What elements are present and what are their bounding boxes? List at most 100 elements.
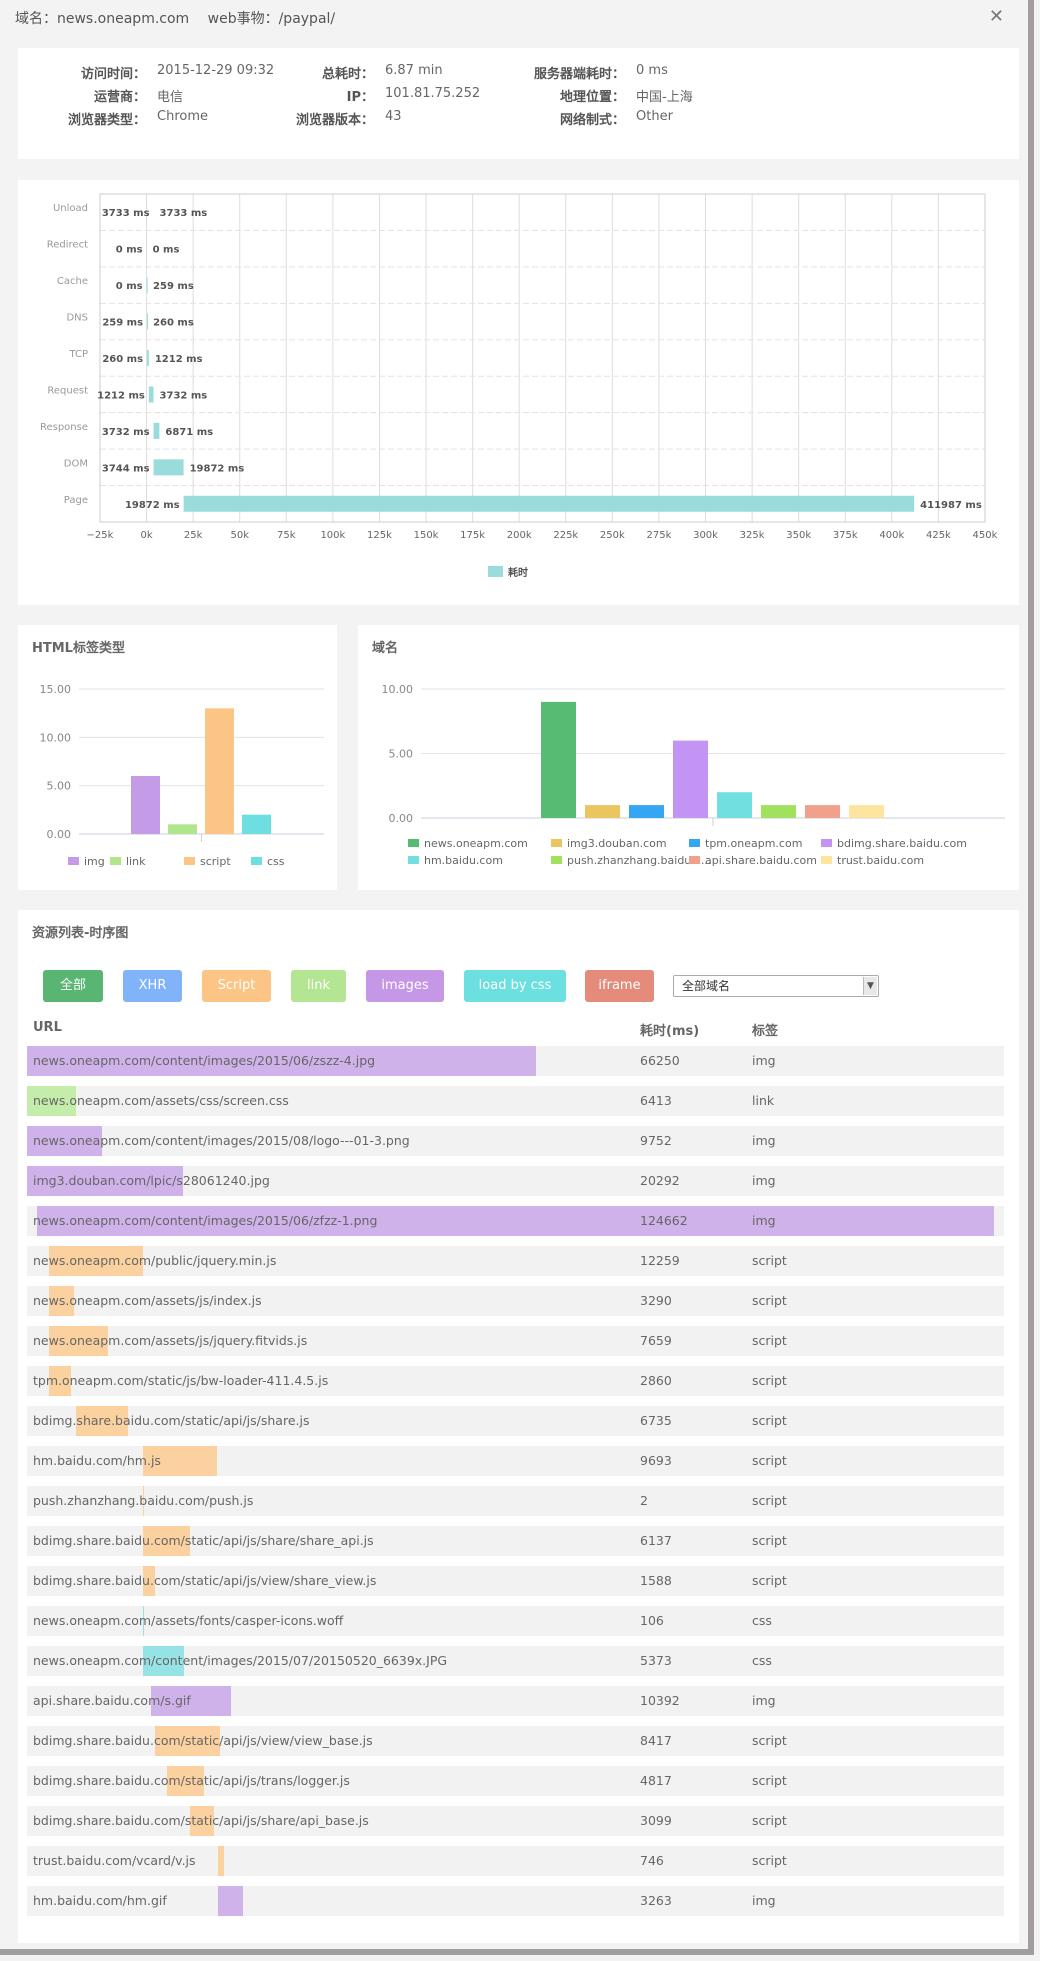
bar[interactable] bbox=[761, 805, 796, 818]
legend-swatch[interactable] bbox=[488, 566, 503, 577]
bar[interactable] bbox=[205, 708, 234, 834]
legend-swatch[interactable] bbox=[821, 856, 832, 864]
resource-url[interactable]: img3.douban.com/lpic/s28061240.jpg bbox=[33, 1166, 270, 1196]
resource-row[interactable]: trust.baidu.com/vcard/v.js 746 script bbox=[27, 1846, 1004, 1876]
legend-swatch[interactable] bbox=[110, 857, 121, 865]
bar[interactable] bbox=[242, 814, 271, 834]
domain-select[interactable]: 全部域名 ▼ bbox=[673, 975, 879, 997]
end-label: 6871 ms bbox=[165, 427, 213, 438]
legend-swatch[interactable] bbox=[408, 839, 419, 847]
resource-url[interactable]: news.oneapm.com/content/images/2015/06/z… bbox=[33, 1206, 377, 1236]
resource-url[interactable]: bdimg.share.baidu.com/static/api/js/view… bbox=[33, 1726, 373, 1756]
resource-row[interactable]: news.oneapm.com/assets/css/screen.css 641… bbox=[27, 1086, 1004, 1116]
resource-url[interactable]: news.oneapm.com/assets/fonts/casper-icon… bbox=[33, 1606, 343, 1636]
resource-url[interactable]: hm.baidu.com/hm.gif bbox=[33, 1886, 167, 1916]
legend-label[interactable]: link bbox=[126, 855, 146, 868]
bar[interactable] bbox=[717, 792, 752, 818]
resource-url[interactable]: news.oneapm.com/assets/css/screen.css bbox=[33, 1086, 289, 1116]
resource-row[interactable]: hm.baidu.com/hm.gif 3263 img bbox=[27, 1886, 1004, 1916]
resource-url[interactable]: news.oneapm.com/assets/js/jquery.fitvids… bbox=[33, 1326, 307, 1356]
legend-swatch[interactable] bbox=[68, 857, 79, 865]
legend-label[interactable]: script bbox=[200, 855, 231, 868]
resource-row[interactable]: news.oneapm.com/content/images/2015/08/l… bbox=[27, 1126, 1004, 1156]
bar[interactable] bbox=[673, 740, 708, 818]
legend-swatch[interactable] bbox=[184, 857, 195, 865]
legend-swatch[interactable] bbox=[251, 857, 262, 865]
bar[interactable] bbox=[805, 805, 840, 818]
legend-label[interactable]: 耗时 bbox=[508, 566, 528, 579]
resource-row[interactable]: news.oneapm.com/public/jquery.min.js 1225… bbox=[27, 1246, 1004, 1276]
legend-label[interactable]: news.oneapm.com bbox=[424, 837, 528, 850]
filter-button-iframe[interactable]: iframe bbox=[585, 970, 654, 1002]
bar[interactable] bbox=[629, 805, 664, 818]
resource-url[interactable]: bdimg.share.baidu.com/static/api/js/shar… bbox=[33, 1406, 309, 1436]
legend-swatch[interactable] bbox=[689, 856, 700, 864]
legend-label[interactable]: img bbox=[84, 855, 105, 868]
legend-swatch[interactable] bbox=[689, 839, 700, 847]
resource-row[interactable]: bdimg.share.baidu.com/static/api/js/view… bbox=[27, 1726, 1004, 1756]
legend-label[interactable]: img3.douban.com bbox=[567, 837, 667, 850]
resource-row[interactable]: news.oneapm.com/content/images/2015/06/z… bbox=[27, 1206, 1004, 1236]
chevron-down-icon[interactable]: ▼ bbox=[863, 977, 877, 995]
timing-bar[interactable] bbox=[183, 495, 915, 512]
resource-row[interactable]: img3.douban.com/lpic/s28061240.jpg 20292 i… bbox=[27, 1166, 1004, 1196]
resource-url[interactable]: bdimg.share.baidu.com/static/api/js/view… bbox=[33, 1566, 376, 1596]
resource-url[interactable]: news.oneapm.com/assets/js/index.js bbox=[33, 1286, 262, 1316]
timing-bar[interactable] bbox=[153, 422, 160, 439]
filter-button-link[interactable]: link bbox=[291, 970, 346, 1002]
resource-duration: 9752 bbox=[640, 1133, 672, 1148]
resource-row[interactable]: bdimg.share.baidu.com/static/api/js/shar… bbox=[27, 1406, 1004, 1436]
resource-row[interactable]: hm.baidu.com/hm.js 9693 script bbox=[27, 1446, 1004, 1476]
resource-url[interactable]: hm.baidu.com/hm.js bbox=[33, 1446, 161, 1476]
resource-url[interactable]: push.zhanzhang.baidu.com/push.js bbox=[33, 1486, 253, 1516]
filter-button-全部[interactable]: 全部 bbox=[43, 970, 103, 1002]
legend-swatch[interactable] bbox=[551, 856, 562, 864]
resource-url[interactable]: bdimg.share.baidu.com/static/api/js/shar… bbox=[33, 1806, 369, 1836]
resource-url[interactable]: news.oneapm.com/content/images/2015/06/z… bbox=[33, 1046, 375, 1076]
bar[interactable] bbox=[849, 805, 884, 818]
legend-label[interactable]: hm.baidu.com bbox=[424, 854, 503, 867]
timing-bar[interactable] bbox=[146, 277, 148, 294]
legend-swatch[interactable] bbox=[551, 839, 562, 847]
resource-url[interactable]: tpm.oneapm.com/static/js/bw-loader-411.4… bbox=[33, 1366, 328, 1396]
resource-url[interactable]: news.oneapm.com/public/jquery.min.js bbox=[33, 1246, 276, 1276]
filter-button-xhr[interactable]: XHR bbox=[123, 970, 182, 1002]
legend-swatch[interactable] bbox=[408, 856, 419, 864]
bar[interactable] bbox=[585, 805, 620, 818]
resource-url[interactable]: api.share.baidu.com/s.gif bbox=[33, 1686, 191, 1716]
resource-row[interactable]: bdimg.share.baidu.com/static/api/js/tran… bbox=[27, 1766, 1004, 1796]
resource-url[interactable]: news.oneapm.com/content/images/2015/07/2… bbox=[33, 1646, 447, 1676]
resource-row[interactable]: news.oneapm.com/assets/fonts/casper-icon… bbox=[27, 1606, 1004, 1636]
legend-label[interactable]: api.share.baidu.com bbox=[705, 854, 817, 867]
bar[interactable] bbox=[168, 824, 197, 834]
resource-url[interactable]: bdimg.share.baidu.com/static/api/js/tran… bbox=[33, 1766, 350, 1796]
resource-row[interactable]: api.share.baidu.com/s.gif 10392 img bbox=[27, 1686, 1004, 1716]
resource-row[interactable]: tpm.oneapm.com/static/js/bw-loader-411.4… bbox=[27, 1366, 1004, 1396]
resource-row[interactable]: bdimg.share.baidu.com/static/api/js/shar… bbox=[27, 1526, 1004, 1556]
bar[interactable] bbox=[131, 776, 160, 834]
legend-swatch[interactable] bbox=[821, 839, 832, 847]
resource-url[interactable]: news.oneapm.com/content/images/2015/08/l… bbox=[33, 1126, 410, 1156]
resource-row[interactable]: bdimg.share.baidu.com/static/api/js/shar… bbox=[27, 1806, 1004, 1836]
resource-row[interactable]: news.oneapm.com/content/images/2015/07/2… bbox=[27, 1646, 1004, 1676]
resource-row[interactable]: bdimg.share.baidu.com/static/api/js/view… bbox=[27, 1566, 1004, 1596]
legend-label[interactable]: bdimg.share.baidu.com bbox=[837, 837, 967, 850]
resource-row[interactable]: news.oneapm.com/content/images/2015/06/z… bbox=[27, 1046, 1004, 1076]
bar[interactable] bbox=[541, 701, 576, 818]
resource-row[interactable]: news.oneapm.com/assets/js/index.js 3290 sc… bbox=[27, 1286, 1004, 1316]
filter-button-load-by-css[interactable]: load by css bbox=[464, 970, 566, 1002]
timing-bar[interactable] bbox=[153, 459, 184, 476]
resource-url[interactable]: trust.baidu.com/vcard/v.js bbox=[33, 1846, 196, 1876]
timing-bar[interactable] bbox=[147, 350, 149, 366]
resource-row[interactable]: push.zhanzhang.baidu.com/push.js 2 script bbox=[27, 1486, 1004, 1516]
resource-row[interactable]: news.oneapm.com/assets/js/jquery.fitvids… bbox=[27, 1326, 1004, 1356]
timing-bar[interactable] bbox=[148, 386, 154, 403]
close-icon[interactable]: ✕ bbox=[989, 6, 1004, 27]
legend-label[interactable]: css bbox=[267, 855, 285, 868]
legend-label[interactable]: trust.baidu.com bbox=[837, 854, 924, 867]
filter-button-script[interactable]: Script bbox=[202, 970, 271, 1002]
resource-url[interactable]: bdimg.share.baidu.com/static/api/js/shar… bbox=[33, 1526, 374, 1556]
legend-label[interactable]: tpm.oneapm.com bbox=[705, 837, 802, 850]
timing-bar[interactable] bbox=[147, 313, 149, 330]
filter-button-images[interactable]: images bbox=[366, 970, 444, 1002]
